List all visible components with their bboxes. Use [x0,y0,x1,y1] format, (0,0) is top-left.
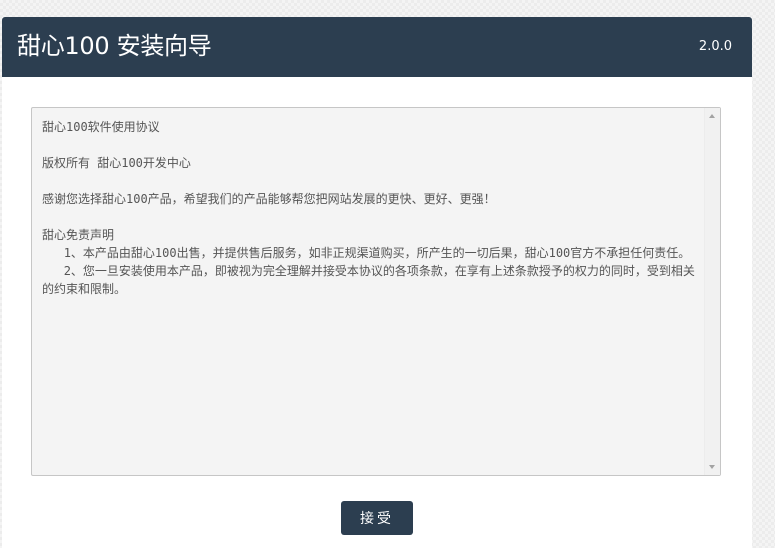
license-scrollbar[interactable] [704,108,720,475]
scroll-down-arrow-icon[interactable] [709,465,715,469]
install-wizard: 甜心100 安装向导 2.0.0 甜心100软件使用协议 版权所有 甜心100开… [2,17,752,548]
accept-button[interactable]: 接受 [341,501,413,535]
scroll-up-arrow-icon[interactable] [709,114,715,118]
license-text: 甜心100软件使用协议 版权所有 甜心100开发中心 感谢您选择甜心100产品，… [42,120,695,296]
wizard-header: 甜心100 安装向导 2.0.0 [2,17,752,77]
version-label: 2.0.0 [698,39,732,54]
wizard-title: 甜心100 安装向导 [17,32,212,60]
license-textarea[interactable]: 甜心100软件使用协议 版权所有 甜心100开发中心 感谢您选择甜心100产品，… [31,107,721,476]
